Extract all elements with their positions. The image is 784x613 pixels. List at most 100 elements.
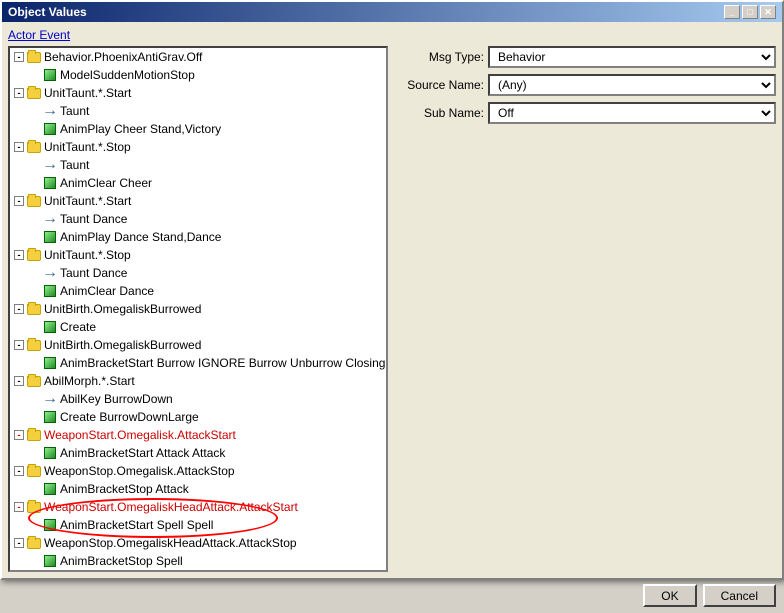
msg-type-select-wrapper: Behavior Unit Animation bbox=[488, 46, 776, 68]
tree-item[interactable]: →Taunt bbox=[10, 102, 386, 120]
tree-item[interactable]: -WeaponStart.OmegaliskHeadAttack.AttackS… bbox=[10, 498, 386, 516]
collapse-icon[interactable]: - bbox=[14, 250, 24, 260]
sub-name-label: Sub Name: bbox=[394, 106, 484, 120]
tree-item-text: AnimBracketStart Burrow IGNORE Burrow Un… bbox=[60, 356, 386, 370]
tree-item-text: AbilMorph.*.Start bbox=[44, 374, 135, 388]
maximize-button[interactable]: □ bbox=[742, 5, 758, 19]
tree-item-text: Create bbox=[60, 320, 96, 334]
collapse-icon[interactable]: - bbox=[14, 304, 24, 314]
collapse-icon[interactable]: - bbox=[14, 538, 24, 548]
folder-icon bbox=[26, 85, 42, 101]
tree-item[interactable]: -WeaponStart.Omegalisk.AttackStart bbox=[10, 426, 386, 444]
source-name-select[interactable]: (Any) bbox=[488, 74, 776, 96]
tree-item[interactable]: AnimPlay Cheer Stand,Victory bbox=[10, 120, 386, 138]
msg-type-select[interactable]: Behavior Unit Animation bbox=[488, 46, 776, 68]
tree-item-text: UnitBirth.OmegaliskBurrowed bbox=[44, 338, 201, 352]
tree-item[interactable]: ModelSuddenMotionStop bbox=[10, 66, 386, 84]
sub-name-select[interactable]: Off On bbox=[488, 102, 776, 124]
arrow-icon: → bbox=[42, 103, 58, 119]
folder-icon bbox=[26, 535, 42, 551]
tree-item[interactable]: →Taunt bbox=[10, 156, 386, 174]
dialog-footer: OK Cancel bbox=[2, 578, 782, 613]
content-area: -Behavior.PhoenixAntiGrav.OffModelSudden… bbox=[8, 46, 776, 572]
collapse-icon[interactable]: - bbox=[14, 340, 24, 350]
tree-item[interactable]: AnimPlay Dance Stand,Dance bbox=[10, 228, 386, 246]
collapse-icon[interactable]: - bbox=[14, 142, 24, 152]
tree-item[interactable]: AnimClear Cheer bbox=[10, 174, 386, 192]
props-panel: Msg Type: Behavior Unit Animation Source… bbox=[394, 46, 776, 572]
actor-event-link[interactable]: Actor Event bbox=[8, 28, 776, 42]
cancel-button[interactable]: Cancel bbox=[703, 584, 776, 607]
close-button[interactable]: ✕ bbox=[760, 5, 776, 19]
green-cube-icon bbox=[42, 517, 58, 533]
tree-item-text: AnimBracketStart Spell Spell bbox=[60, 518, 213, 532]
tree-item-text: UnitTaunt.*.Stop bbox=[44, 248, 131, 262]
green-cube-icon bbox=[42, 175, 58, 191]
tree-item[interactable]: AnimBracketStop Attack bbox=[10, 480, 386, 498]
tree-item[interactable]: -UnitTaunt.*.Stop bbox=[10, 138, 386, 156]
tree-item[interactable]: →Taunt Dance bbox=[10, 210, 386, 228]
tree-item-text: AbilKey BurrowDown bbox=[60, 392, 173, 406]
tree-item[interactable]: AnimClear Dance bbox=[10, 282, 386, 300]
folder-icon bbox=[26, 49, 42, 65]
tree-item-text: AnimPlay Dance Stand,Dance bbox=[60, 230, 221, 244]
tree-item-text: Taunt bbox=[60, 158, 89, 172]
tree-item[interactable]: AnimBracketStart Attack Attack bbox=[10, 444, 386, 462]
tree-item[interactable]: - WeaponStop.Omegalisk.AttackStop bbox=[10, 462, 386, 480]
tree-item[interactable]: Create BurrowDownLarge bbox=[10, 408, 386, 426]
tree-item-text: AnimBracketStop Spell bbox=[60, 554, 183, 568]
tree-scroll[interactable]: -Behavior.PhoenixAntiGrav.OffModelSudden… bbox=[10, 48, 386, 570]
green-cube-icon bbox=[42, 409, 58, 425]
green-cube-icon bbox=[42, 283, 58, 299]
tree-item[interactable]: - UnitTaunt.*.Stop bbox=[10, 246, 386, 264]
msg-type-label: Msg Type: bbox=[394, 50, 484, 64]
tree-item-text: AnimClear Cheer bbox=[60, 176, 152, 190]
collapse-icon[interactable]: - bbox=[14, 88, 24, 98]
tree-item[interactable]: -Behavior.PhoenixAntiGrav.Off bbox=[10, 48, 386, 66]
tree-item[interactable]: Create bbox=[10, 318, 386, 336]
collapse-icon[interactable]: - bbox=[14, 196, 24, 206]
dialog-title: Object Values bbox=[8, 5, 87, 19]
title-bar-buttons: _ □ ✕ bbox=[724, 5, 776, 19]
green-cube-icon bbox=[42, 67, 58, 83]
tree-item-text: WeaponStop.Omegalisk.AttackStop bbox=[44, 464, 235, 478]
folder-icon bbox=[26, 139, 42, 155]
collapse-icon[interactable]: - bbox=[14, 52, 24, 62]
arrow-icon: → bbox=[42, 211, 58, 227]
tree-item-text: Create BurrowDownLarge bbox=[60, 410, 199, 424]
tree-item[interactable]: →Taunt Dance bbox=[10, 264, 386, 282]
tree-item[interactable]: - UnitBirth.OmegaliskBurrowed bbox=[10, 336, 386, 354]
tree-item[interactable]: -UnitTaunt.*.Start bbox=[10, 84, 386, 102]
tree-item[interactable]: - WeaponStop.OmegaliskHeadAttack.AttackSt… bbox=[10, 534, 386, 552]
arrow-icon: → bbox=[42, 157, 58, 173]
folder-icon bbox=[26, 427, 42, 443]
green-cube-icon bbox=[42, 445, 58, 461]
collapse-icon[interactable]: - bbox=[14, 466, 24, 476]
collapse-icon[interactable]: - bbox=[14, 430, 24, 440]
tree-item[interactable]: AnimBracketStop Spell bbox=[10, 552, 386, 570]
green-cube-icon bbox=[42, 121, 58, 137]
collapse-icon[interactable]: - bbox=[14, 502, 24, 512]
ok-button[interactable]: OK bbox=[643, 584, 696, 607]
msg-type-row: Msg Type: Behavior Unit Animation bbox=[394, 46, 776, 68]
tree-panel: -Behavior.PhoenixAntiGrav.OffModelSudden… bbox=[8, 46, 388, 572]
collapse-icon[interactable]: - bbox=[14, 376, 24, 386]
object-values-dialog: Object Values _ □ ✕ Actor Event -Behavio… bbox=[0, 0, 784, 580]
source-name-row: Source Name: (Any) bbox=[394, 74, 776, 96]
tree-item[interactable]: →AbilKey BurrowDown bbox=[10, 390, 386, 408]
tree-item[interactable]: - UnitBirth.OmegaliskBurrowed bbox=[10, 300, 386, 318]
tree-item[interactable]: - AbilMorph.*.Start bbox=[10, 372, 386, 390]
minimize-button[interactable]: _ bbox=[724, 5, 740, 19]
tree-item-text: Taunt Dance bbox=[60, 212, 127, 226]
folder-icon bbox=[26, 193, 42, 209]
tree-item[interactable]: AnimBracketStart Burrow IGNORE Burrow Un… bbox=[10, 354, 386, 372]
tree-item-text: UnitBirth.OmegaliskBurrowed bbox=[44, 302, 201, 316]
folder-icon bbox=[26, 247, 42, 263]
source-name-select-wrapper: (Any) bbox=[488, 74, 776, 96]
tree-item-text: WeaponStop.OmegaliskHeadAttack.AttackSto… bbox=[44, 536, 297, 550]
tree-item[interactable]: -UnitTaunt.*.Start bbox=[10, 192, 386, 210]
folder-icon bbox=[26, 301, 42, 317]
tree-item[interactable]: AnimBracketStart Spell Spell bbox=[10, 516, 386, 534]
sub-name-select-wrapper: Off On bbox=[488, 102, 776, 124]
arrow-icon: → bbox=[42, 265, 58, 281]
